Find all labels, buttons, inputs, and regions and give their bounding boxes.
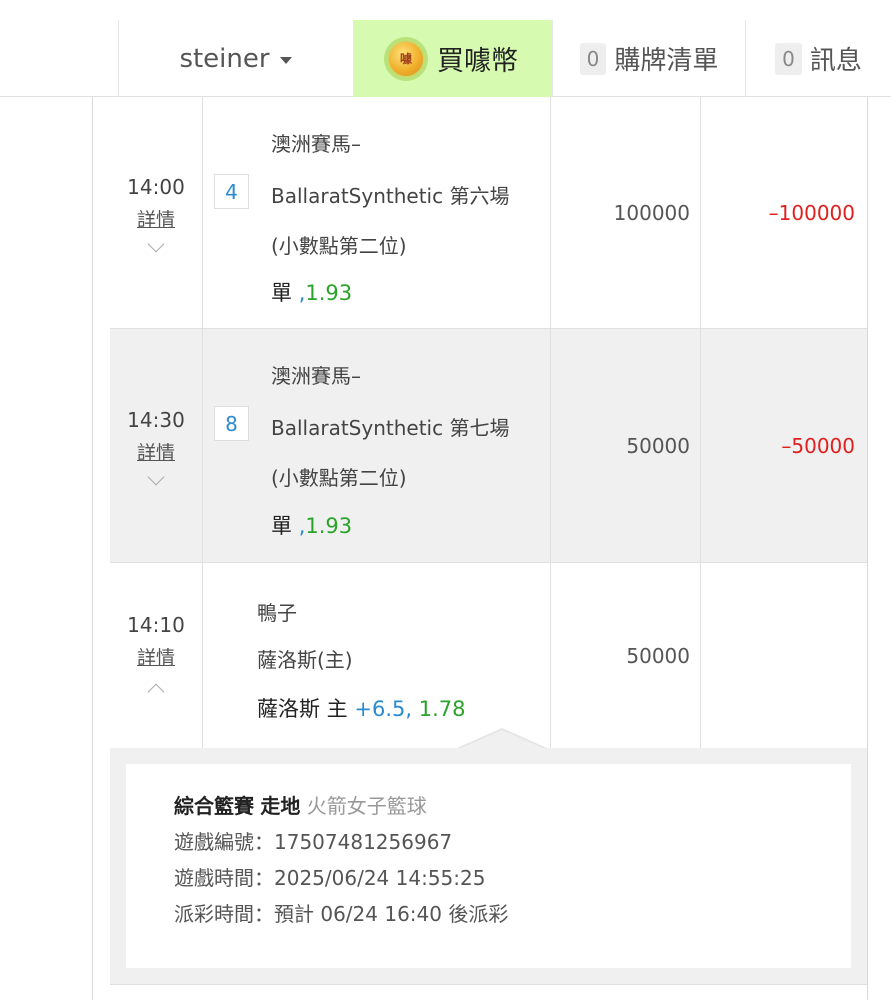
pick-label: 薩洛斯 主	[257, 697, 348, 721]
bet-amount: 50000	[626, 643, 690, 668]
event-line: 鴨子	[257, 601, 297, 625]
event-line: BallaratSynthetic 第六場	[271, 184, 510, 208]
bet-description: 4 澳洲賽馬– BallaratSynthetic 第六場 (小數點第二位) 單…	[202, 97, 550, 328]
event-line: (小數點第二位)	[271, 234, 407, 258]
detail-link[interactable]: 詳情	[137, 438, 175, 465]
game-time: 2025/06/24 14:55:25	[274, 866, 486, 890]
left-divider	[92, 97, 93, 1000]
bet-description: 8 澳洲賽馬– BallaratSynthetic 第七場 (小數點第二位) 單…	[202, 329, 550, 562]
messages-button[interactable]: 0 訊息	[746, 20, 891, 97]
bet-time: 14:00	[127, 175, 185, 199]
detail-card: 綜合籃賽 走地 火箭女子籃球 遊戲編號：17507481256967 遊戲時間：…	[126, 764, 851, 968]
chevron-down-icon[interactable]	[147, 468, 165, 486]
game-id-line: 遊戲編號：17507481256967	[174, 824, 851, 860]
username: steiner	[179, 43, 270, 74]
event-line: (小數點第二位)	[271, 466, 407, 490]
time-cell: 14:30 詳情	[110, 329, 202, 562]
game-id-label: 遊戲編號：	[174, 830, 274, 854]
next-table-row	[110, 984, 867, 1000]
time-cell: 14:10 詳情	[110, 563, 202, 748]
messages-label: 訊息	[809, 46, 862, 76]
selection-number: 4	[214, 174, 249, 209]
bet-result: –50000	[781, 433, 855, 458]
coin-logo-text: 噱	[399, 52, 412, 66]
cart-count-badge: 0	[579, 42, 607, 75]
odds-value: 1.78	[418, 697, 466, 721]
game-id: 17507481256967	[274, 830, 453, 854]
game-category: 綜合籃賽	[174, 794, 254, 818]
bet-pick: 單 ,1.93	[271, 510, 352, 540]
cart-button[interactable]: 0 購牌清單	[552, 20, 746, 97]
game-time-line: 遊戲時間：2025/06/24 14:55:25	[174, 860, 851, 896]
chevron-up-icon[interactable]	[147, 683, 165, 701]
detail-link[interactable]: 詳情	[137, 205, 175, 232]
payout-time-line: 派彩時間：預計 06/24 16:40 後派彩	[174, 896, 851, 932]
odds-value: 1.93	[305, 514, 353, 538]
pointer-arrow-fill	[459, 730, 545, 749]
payout-time: 預計 06/24 16:40 後派彩	[274, 902, 509, 926]
odds-value: 1.93	[305, 281, 353, 305]
expanded-detail-panel: 綜合籃賽 走地 火箭女子籃球 遊戲編號：17507481256967 遊戲時間：…	[110, 728, 867, 984]
game-time-label: 遊戲時間：	[174, 866, 274, 890]
top-nav: steiner 噱 買噱幣 0 購牌清單 0 訊息	[0, 0, 891, 97]
bet-description: 鴨子 薩洛斯(主) 薩洛斯 主 +6.5, 1.78	[202, 563, 550, 748]
bet-time: 14:30	[127, 408, 185, 432]
payout-label: 派彩時間：	[174, 902, 274, 926]
league-name: 火箭女子籃球	[306, 794, 427, 818]
chevron-down-icon[interactable]	[147, 235, 165, 253]
table-row: 14:10 詳情 鴨子 薩洛斯(主) 薩洛斯 主 +6.5, 1.78 5000…	[110, 563, 867, 748]
caret-down-icon	[279, 57, 292, 64]
right-divider	[867, 97, 868, 1000]
bet-pick: 薩洛斯 主 +6.5, 1.78	[257, 693, 466, 723]
table-row: 14:30 詳情 8 澳洲賽馬– BallaratSynthetic 第七場 (…	[110, 329, 867, 563]
bet-result	[700, 563, 867, 748]
detail-link[interactable]: 詳情	[137, 643, 175, 670]
cart-label: 購牌清單	[614, 46, 719, 76]
buy-coin-button[interactable]: 噱 買噱幣	[353, 20, 552, 97]
event-line: 澳洲賽馬–	[271, 364, 361, 388]
buy-coin-label: 買噱幣	[437, 46, 518, 77]
time-cell: 14:00 詳情	[110, 97, 202, 328]
pick-label: 單	[271, 281, 292, 305]
bet-amount: 100000	[613, 200, 690, 225]
handicap-value: +6.5,	[354, 697, 413, 721]
table-row: 14:00 詳情 4 澳洲賽馬– BallaratSynthetic 第六場 (…	[110, 97, 867, 329]
coin-logo-icon: 噱	[387, 39, 425, 78]
selection-number: 8	[214, 406, 249, 441]
event-line: 澳洲賽馬–	[271, 132, 361, 156]
bet-time: 14:10	[127, 613, 185, 637]
pick-label: 單	[271, 514, 292, 538]
message-count-badge: 0	[775, 42, 802, 75]
user-menu[interactable]: steiner	[118, 20, 352, 97]
bet-amount: 50000	[626, 433, 690, 458]
game-category-line: 綜合籃賽 走地 火箭女子籃球	[174, 788, 851, 824]
event-line: BallaratSynthetic 第七場	[271, 416, 510, 440]
game-type: 走地	[260, 794, 301, 818]
bet-result: –100000	[768, 200, 855, 225]
bet-pick: 單 ,1.93	[271, 277, 352, 307]
event-line: 薩洛斯(主)	[257, 648, 353, 672]
